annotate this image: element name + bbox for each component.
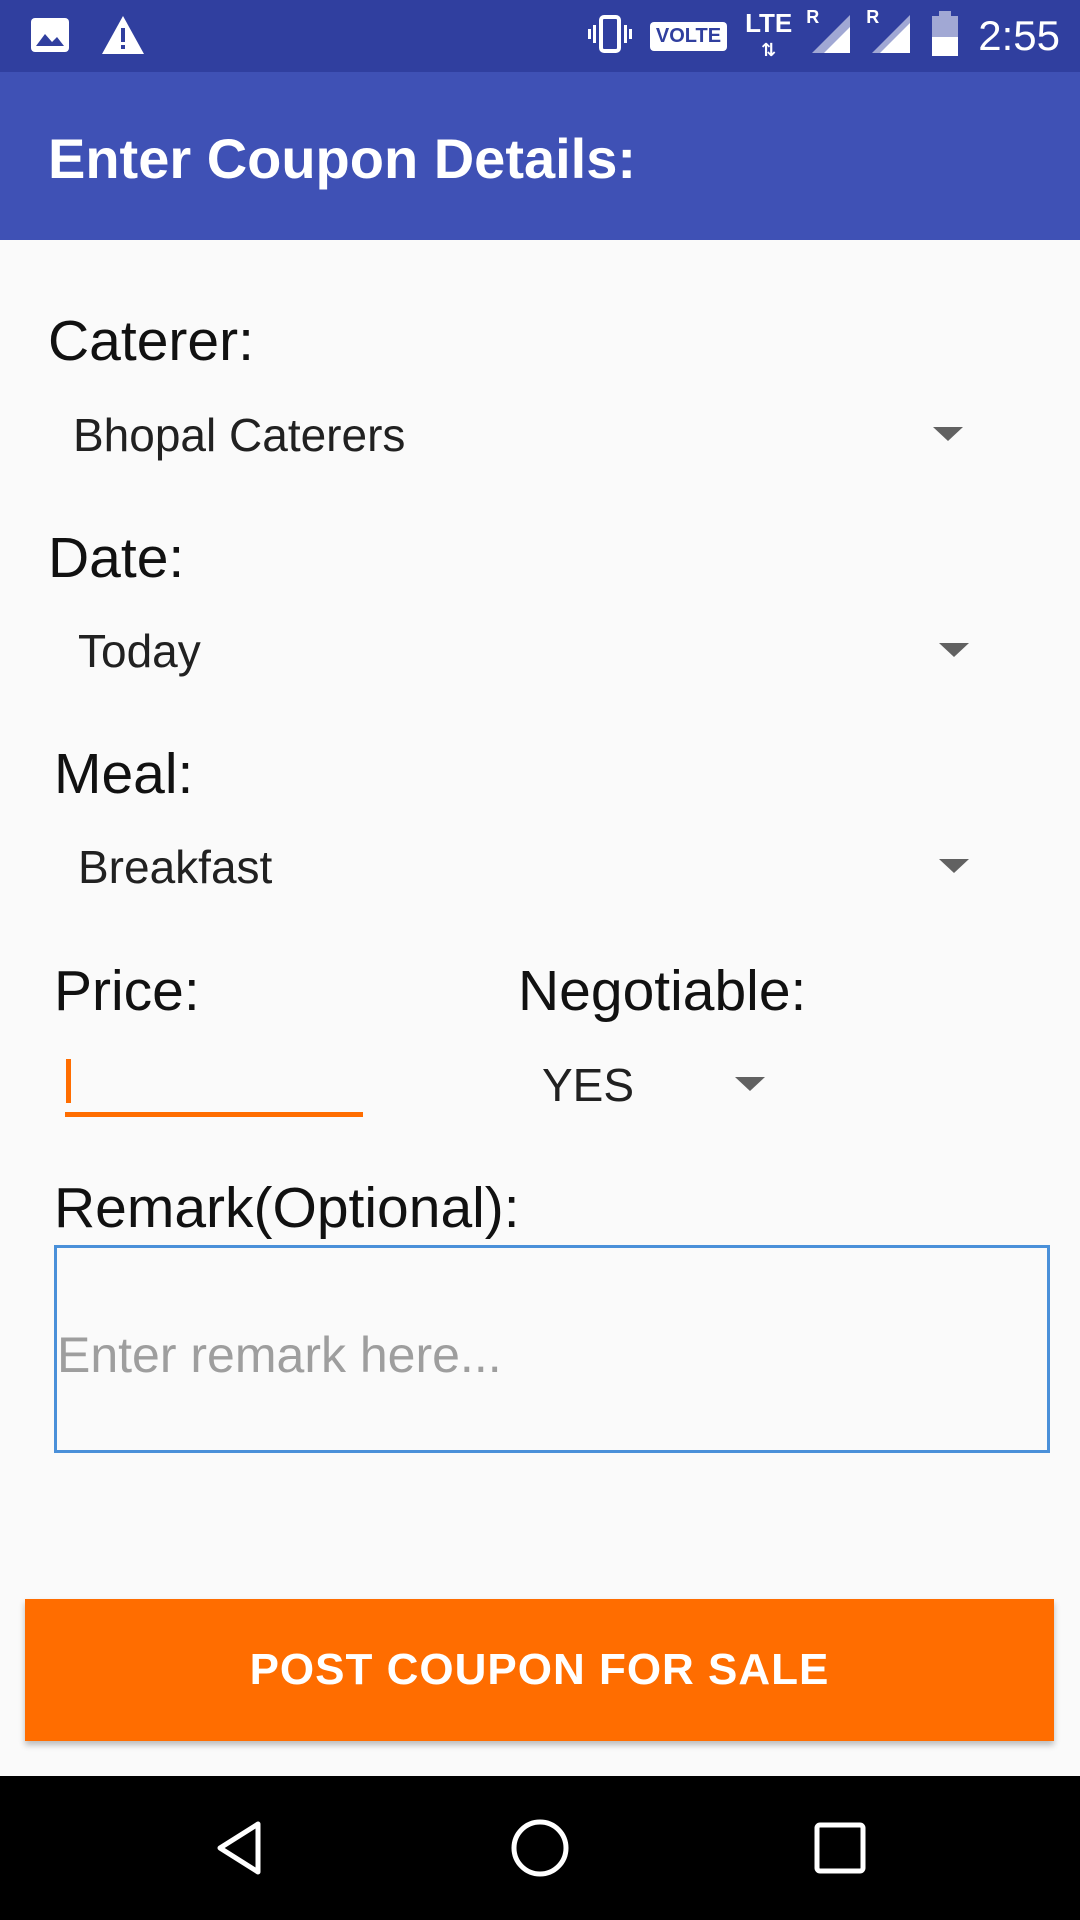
post-coupon-button[interactable]: POST COUPON FOR SALE [25, 1599, 1054, 1741]
navigation-bar [0, 1776, 1080, 1920]
chevron-down-icon [933, 427, 963, 441]
caterer-spinner[interactable]: Bhopal Caterers [48, 400, 988, 470]
recents-icon[interactable] [800, 1808, 880, 1888]
meal-spinner[interactable]: Breakfast [48, 832, 994, 902]
negotiable-label: Negotiable: [518, 959, 807, 1023]
caterer-label: Caterer: [48, 309, 254, 373]
lte-indicator: LTE ⇅ [745, 7, 793, 60]
app-toolbar: Enter Coupon Details: [0, 72, 1080, 240]
negotiable-value: YES [542, 1059, 635, 1111]
roaming-marker: R [806, 6, 820, 27]
date-label: Date: [48, 526, 185, 590]
price-input[interactable] [65, 1056, 363, 1117]
remark-placeholder: Enter remark here... [57, 1327, 502, 1383]
volte-badge: VOLTE [649, 21, 728, 51]
text-cursor [66, 1059, 71, 1103]
home-icon[interactable] [500, 1808, 580, 1888]
warning-icon [100, 14, 146, 61]
status-bar: VOLTE LTE ⇅ R R 2:55 [0, 0, 1080, 72]
meal-value: Breakfast [78, 841, 273, 893]
image-icon [30, 17, 70, 58]
chevron-down-icon [735, 1077, 765, 1091]
price-label: Price: [54, 959, 200, 1023]
status-time: 2:55 [978, 12, 1060, 59]
caterer-value: Bhopal Caterers [73, 409, 406, 461]
vibrate-icon [587, 12, 632, 61]
remark-label: Remark(Optional): [54, 1176, 520, 1240]
signal-icon: R [806, 7, 852, 60]
chevron-down-icon [939, 859, 969, 873]
remark-field[interactable]: Enter remark here... [54, 1245, 1050, 1453]
back-icon[interactable] [200, 1808, 280, 1888]
meal-label: Meal: [54, 742, 194, 806]
chevron-down-icon [939, 643, 969, 657]
roaming-marker: R [866, 6, 880, 27]
signal-icon: R [866, 7, 912, 60]
date-spinner[interactable]: Today [48, 616, 994, 686]
lte-label: LTE [745, 7, 793, 38]
date-value: Today [78, 625, 201, 677]
battery-icon [930, 10, 960, 62]
negotiable-spinner[interactable]: YES [520, 1050, 780, 1120]
page-title: Enter Coupon Details: [48, 127, 637, 190]
